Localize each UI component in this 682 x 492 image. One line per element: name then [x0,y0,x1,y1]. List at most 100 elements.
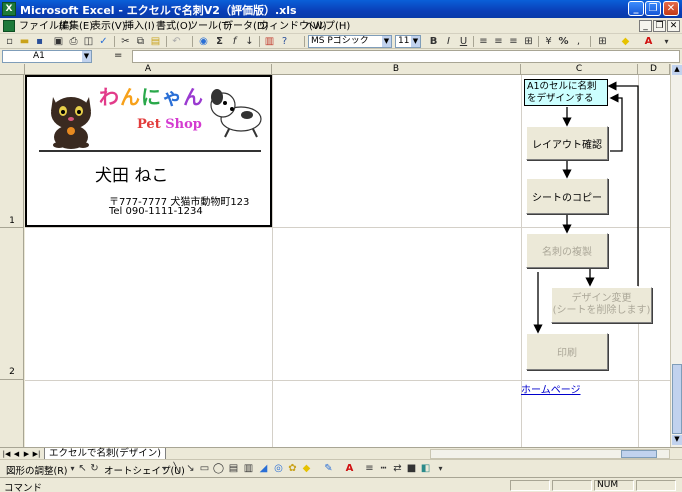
paste-icon[interactable]: ▤ [149,35,162,48]
business-card[interactable]: わんにゃん Pet Shop 犬田 ねこ 〒777-7777 犬猫市動物町123… [25,75,272,227]
font-color-icon[interactable]: A [642,35,655,48]
shadow-style-icon[interactable]: ■ [405,462,418,475]
help-icon[interactable]: ? [278,35,291,48]
comma-style-icon[interactable]: , [572,35,585,48]
copy-icon[interactable]: ⧉ [134,35,147,48]
doc-restore-button[interactable]: ❐ [653,20,666,32]
line-color-icon[interactable]: ✎ [322,462,335,475]
minimize-button[interactable]: _ [628,1,644,16]
pet-shop-word: Shop [165,117,202,132]
horizontal-scroll-thumb[interactable] [621,450,657,458]
function-icon[interactable]: f [228,35,241,48]
percent-icon[interactable]: % [557,35,570,48]
row-header-1[interactable]: 1 [0,75,24,228]
chart-wizard-icon[interactable]: ▥ [263,35,276,48]
status-panel [552,480,592,491]
select-all-corner[interactable] [0,64,25,75]
formula-bar: A1 ▼ = [0,50,682,64]
dash-style-icon[interactable]: ┅ [377,462,390,475]
draw-fill-color-icon[interactable]: ◆ [300,462,313,475]
menu-insert[interactable]: 挿入(I) [124,20,155,33]
sheet-tab-bar: |◀ ◀ ▶ ▶| エクセルで名刺(デザイン) [0,447,682,460]
fill-color-icon[interactable]: ◆ [619,35,632,48]
toolbar-options-icon[interactable]: ▾ [434,462,447,475]
free-rotate-icon[interactable]: ↻ [88,462,101,475]
chevron-down-icon[interactable]: ▼ [82,51,91,62]
workbook-icon[interactable] [3,20,15,32]
borders-icon[interactable]: ⊞ [596,35,609,48]
status-panel [510,480,550,491]
undo-icon[interactable]: ↶ [170,35,183,48]
pet-shop-word: Pet [137,117,161,132]
close-button[interactable]: ✕ [663,1,679,16]
excel-app-icon[interactable]: X [2,2,16,16]
sort-icon[interactable]: ↓ [243,35,256,48]
align-left-icon[interactable]: ≡ [477,35,490,48]
formula-input[interactable] [132,50,680,63]
wordart-icon[interactable]: ◢ [257,462,270,475]
first-sheet-icon[interactable]: |◀ [2,449,11,459]
3d-style-icon[interactable]: ◧ [419,462,432,475]
title-bar: X Microsoft Excel - エクセルで名刺V2（評価版）.xls _… [0,0,682,18]
arrow-style-icon[interactable]: ⇄ [391,462,404,475]
spelling-icon[interactable]: ✓ [97,35,110,48]
doc-close-button[interactable]: ✕ [667,20,680,32]
diagram-icon[interactable]: ◎ [272,462,285,475]
print-icon[interactable]: ⎙ [67,35,80,48]
logo-char: ん [183,85,204,109]
print-preview-icon[interactable]: ◫ [82,35,95,48]
draw-font-color-icon[interactable]: A [343,462,356,475]
menu-view[interactable]: 表示(V) [91,20,126,33]
align-right-icon[interactable]: ≡ [507,35,520,48]
currency-icon[interactable]: ¥ [542,35,555,48]
menu-format[interactable]: 書式(O) [156,20,192,33]
line-icon[interactable]: ╲ [170,462,183,475]
underline-icon[interactable]: U [457,35,470,48]
vertical-scroll-thumb[interactable] [672,364,682,434]
name-box[interactable]: A1 ▼ [2,50,92,63]
bold-icon[interactable]: B [427,35,440,48]
scroll-down-icon[interactable]: ▼ [672,435,682,445]
column-header-a[interactable]: A [25,64,272,75]
arrow-icon[interactable]: ↘ [184,462,197,475]
toolbar-options-icon[interactable]: ▾ [660,35,673,48]
scroll-up-icon[interactable]: ▲ [672,65,682,75]
doc-minimize-button[interactable]: _ [639,20,652,32]
line-style-icon[interactable]: ≡ [363,462,376,475]
italic-icon[interactable]: I [442,35,455,48]
textbox-icon[interactable]: ▤ [227,462,240,475]
column-header-d[interactable]: D [638,64,670,75]
chevron-down-icon[interactable]: ▼ [382,36,391,47]
clipart-icon[interactable]: ✿ [286,462,299,475]
cut-icon[interactable]: ✂ [119,35,132,48]
merge-center-icon[interactable]: ⊞ [522,35,535,48]
toolbar-separator [114,36,115,47]
column-header-b[interactable]: B [272,64,521,75]
draw-menu-button[interactable]: 図形の調整(R) [6,463,68,477]
chevron-down-icon[interactable]: ▼ [411,36,420,47]
logo-char: ん [120,85,141,109]
restore-button[interactable]: ❐ [645,1,661,16]
permission-icon[interactable]: ▣ [52,35,65,48]
align-center-icon[interactable]: ≡ [492,35,505,48]
next-sheet-icon[interactable]: ▶ [22,449,31,459]
vertical-textbox-icon[interactable]: ▥ [242,462,255,475]
prev-sheet-icon[interactable]: ◀ [12,449,21,459]
vertical-scrollbar[interactable]: ▲ ▼ [670,64,682,447]
homepage-link[interactable]: ホームページ [521,381,581,396]
horizontal-scrollbar[interactable] [430,449,670,459]
row-header-2[interactable]: 2 [0,228,24,380]
new-icon[interactable]: ▫ [3,35,16,48]
column-header-c[interactable]: C [521,64,638,75]
open-icon[interactable]: ▬ [18,35,31,48]
last-sheet-icon[interactable]: ▶| [32,449,41,459]
save-icon[interactable]: ▪ [33,35,46,48]
menu-edit[interactable]: 編集(E) [59,20,93,33]
font-size-combo[interactable]: 11 ▼ [395,35,421,48]
autosum-icon[interactable]: Σ [213,35,226,48]
menu-help[interactable]: ヘルプ(H) [305,20,350,33]
font-name-combo[interactable]: MS Pゴシック ▼ [308,35,392,48]
oval-icon[interactable]: ◯ [212,462,225,475]
rectangle-icon[interactable]: ▭ [198,462,211,475]
hyperlink-icon[interactable]: ◉ [197,35,210,48]
